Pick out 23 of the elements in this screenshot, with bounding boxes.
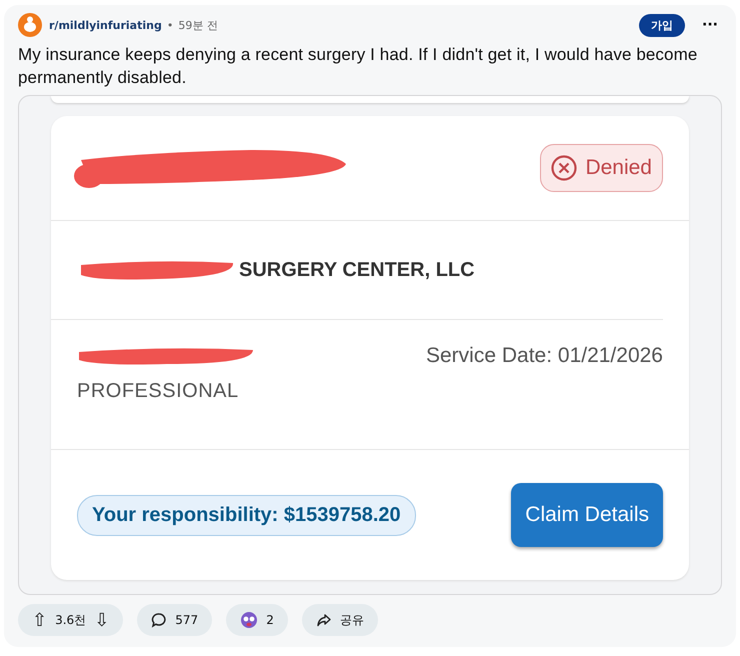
share-button[interactable]: 공유 (302, 604, 378, 636)
join-button[interactable]: 가입 (639, 14, 686, 36)
subreddit-link[interactable]: r/mildlyinfuriating (49, 18, 162, 32)
status-label: Denied (585, 156, 652, 180)
provider-name: SURGERY CENTER, LLC (239, 258, 475, 282)
service-date: Service Date: 01/21/2026 (426, 344, 663, 368)
subreddit-avatar-icon[interactable] (18, 13, 42, 37)
upvote-button[interactable]: ⇧ (32, 610, 48, 630)
more-options-button[interactable]: ··· (698, 17, 722, 33)
responsibility-amount: Your responsibility: $1539758.20 (77, 494, 416, 536)
downvote-button[interactable]: ⇩ (94, 610, 110, 630)
comments-button[interactable]: 577 (137, 604, 212, 636)
cancel-circle-icon (551, 155, 578, 181)
award-icon (240, 611, 258, 629)
post-title: My insurance keeps denying a recent surgery I had. If I didn't get it, I would have become permanently disabled. (18, 44, 698, 89)
share-icon (316, 612, 332, 628)
claim-type: PROFESSIONAL (77, 380, 240, 403)
award-button[interactable]: 2 (226, 604, 288, 636)
separator-dot: • (166, 18, 174, 32)
claim-details-button[interactable]: Claim Details (511, 483, 663, 547)
speech-bubble-icon (151, 612, 168, 628)
vote-count: 3.6천 (55, 612, 86, 628)
post-time: 59분 전 (178, 18, 218, 32)
